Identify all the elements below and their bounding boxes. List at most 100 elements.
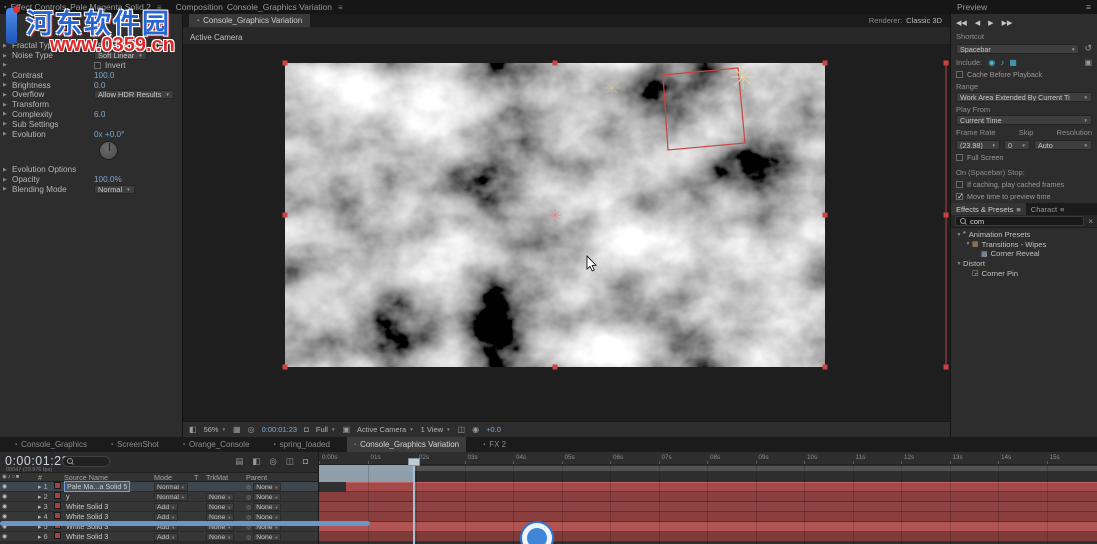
draft-3d-icon[interactable]: ◧	[252, 456, 260, 467]
layer-visibility-toggle[interactable]: ◉	[0, 483, 38, 490]
layer-duration-bar[interactable]	[319, 522, 1097, 532]
layer-visibility-toggle[interactable]: ◉	[0, 513, 38, 520]
property-value[interactable]: 6.0	[94, 110, 105, 119]
skip-dropdown[interactable]: 0▼	[1004, 140, 1030, 150]
tree-item-animation-presets[interactable]: ▼*Animation Presets	[951, 230, 1097, 240]
effect-property-row[interactable]: ▶Brightness0.0	[0, 80, 182, 90]
twirl-icon[interactable]: ▶	[3, 102, 12, 108]
full-screen-option[interactable]: Full Screen	[956, 153, 1092, 162]
layer-source-name[interactable]: White Solid 3	[64, 502, 154, 511]
panel-menu-icon[interactable]: ≡	[338, 3, 343, 12]
tab-composition[interactable]: Composition Console_Graphics Variation ≡	[176, 2, 343, 12]
layer-row[interactable]: ◉▸ 1Pale Ma...a Solid 5Normal▼◎None▼	[0, 482, 318, 492]
twirl-icon[interactable]: ▶	[3, 92, 12, 98]
effect-property-row[interactable]: ▶Evolution0x +0.0°	[0, 129, 182, 139]
layer-source-name[interactable]: White Solid 3	[64, 532, 154, 541]
preview-panel-header[interactable]: Preview ≡	[951, 0, 1097, 14]
stop-option-2-checkbox[interactable]	[956, 193, 963, 200]
work-area-bar[interactable]	[319, 466, 1097, 471]
layer-color-swatch[interactable]	[54, 492, 61, 499]
tree-item-transitions-wipes[interactable]: ▼▦Transitions - Wipes	[951, 240, 1097, 250]
effect-property-row[interactable]: ▶Opacity100.0%	[0, 175, 182, 185]
pick-whip-icon[interactable]: ◎	[246, 505, 251, 511]
twirl-icon[interactable]: ▶	[3, 121, 12, 127]
layer-source-name[interactable]: y	[64, 492, 154, 501]
effect-property-row[interactable]: ▶OverflowAllow HDR Results▼	[0, 90, 182, 100]
panel-menu-icon[interactable]: ≡	[157, 3, 162, 12]
tree-item-corner-pin[interactable]: ◲Corner Pin	[951, 268, 1097, 278]
mode-value[interactable]: Normal▼	[154, 483, 188, 491]
parent-value[interactable]: None▼	[253, 493, 281, 501]
include-overlays-icon[interactable]: ▦	[1009, 58, 1017, 67]
layer-mode-dropdown[interactable]: Add▼	[154, 512, 194, 522]
layer-color-column[interactable]	[54, 482, 64, 491]
current-time-display[interactable]: 0:00:01:23	[262, 425, 297, 434]
layer-duration-bar[interactable]	[319, 512, 1097, 522]
tab-character[interactable]: Charact ≡	[1026, 203, 1070, 215]
tree-item-distort[interactable]: ▼Distort	[951, 259, 1097, 269]
layer-color-swatch[interactable]	[54, 512, 61, 519]
composition-mini-flowchart-icon[interactable]: ▤	[235, 456, 243, 467]
stop-option-2[interactable]: Move time to preview time	[956, 192, 1092, 201]
grid-guides-icon[interactable]: ▦	[233, 425, 241, 434]
layer-parent-dropdown[interactable]: ◎None▼	[246, 492, 318, 502]
play-from-dropdown[interactable]: Current Time▼	[956, 115, 1092, 125]
layer-color-swatch[interactable]	[54, 482, 61, 489]
roi-icon[interactable]: ▣	[342, 425, 350, 434]
parent-value[interactable]: None▼	[253, 483, 281, 491]
layer-mode-dropdown[interactable]: Add▼	[154, 532, 194, 542]
effects-search-input[interactable]: com	[955, 216, 1084, 226]
layer-visibility-toggle[interactable]: ◉	[0, 493, 38, 500]
magnification-dropdown[interactable]: 56%▼	[204, 425, 226, 434]
layer-source-name[interactable]: Pale Ma...a Solid 5	[64, 482, 154, 491]
panel-menu-icon[interactable]: ≡	[1060, 205, 1064, 214]
fast-preview-icon[interactable]: ◉	[472, 425, 479, 434]
mode-value[interactable]: Add▼	[154, 503, 178, 511]
range-dropdown[interactable]: Work Area Extended By Current Ti▼	[956, 92, 1092, 102]
full-screen-icon[interactable]: ▣	[1084, 58, 1092, 67]
pixel-aspect-icon[interactable]: ◫	[458, 425, 466, 434]
shortcut-dropdown[interactable]: Spacebar▼	[956, 44, 1079, 54]
layer-color-column[interactable]	[54, 492, 64, 501]
effect-property-row[interactable]: ▶Blending ModeNormal▼	[0, 185, 182, 195]
resolution-preview-dropdown[interactable]: Auto▼	[1034, 140, 1092, 150]
layer-row[interactable]: ◉▸ 3White Solid 3Add▼None▼◎None▼	[0, 502, 318, 512]
pick-whip-icon[interactable]: ◎	[246, 485, 251, 491]
project-tab-screenshot[interactable]: ▪ScreenShot	[104, 437, 166, 452]
property-value[interactable]: 100.0	[94, 71, 115, 80]
renderer-control[interactable]: Renderer: Classic 3D	[869, 16, 950, 25]
twirl-icon[interactable]: ▼	[955, 261, 963, 267]
eye-icon[interactable]: ◉	[2, 484, 8, 490]
timeline-track-area[interactable]: 0:00s01s02s03s04s05s06s07s08s09s10s11s12…	[318, 452, 1097, 544]
stop-option-1-checkbox[interactable]	[956, 181, 963, 188]
composition-viewport[interactable]	[183, 44, 950, 421]
cache-before-playback-option[interactable]: Cache Before Playback	[956, 70, 1092, 79]
stop-option-1[interactable]: If caching, play cached frames	[956, 180, 1092, 189]
mode-value[interactable]: Add▼	[154, 533, 178, 541]
column-mode[interactable]: Mode	[154, 473, 194, 482]
twirl-icon[interactable]: ▶	[3, 72, 12, 78]
parent-value[interactable]: None▼	[253, 503, 281, 511]
hide-shy-layers-icon[interactable]: ◎	[269, 456, 276, 467]
effect-property-row[interactable]: ▶Transform	[0, 100, 182, 110]
camera-dropdown[interactable]: Active Camera▼	[357, 425, 414, 434]
layer-trkmat-dropdown[interactable]: None▼	[206, 492, 246, 502]
pick-whip-icon[interactable]: ◎	[246, 515, 251, 521]
time-ruler[interactable]: 0:00s01s02s03s04s05s06s07s08s09s10s11s12…	[319, 452, 1097, 465]
layer-mode-dropdown[interactable]: Normal▼	[154, 482, 194, 492]
twirl-icon[interactable]: ▶	[3, 82, 12, 88]
trkmat-value[interactable]: None▼	[206, 493, 234, 501]
pick-whip-icon[interactable]: ◎	[246, 495, 251, 501]
current-time-indicator-line[interactable]	[413, 465, 415, 544]
include-audio-icon[interactable]: ♪	[1000, 58, 1004, 67]
frame-blending-icon[interactable]: ◫	[286, 456, 294, 467]
trkmat-value[interactable]: None▼	[206, 533, 234, 541]
evolution-dial[interactable]	[99, 141, 118, 160]
project-tab-orange-console[interactable]: ▪Orange_Console	[176, 437, 257, 452]
effect-property-row[interactable]: ▶Contrast100.0	[0, 70, 182, 80]
motion-blur-icon[interactable]: ◘	[303, 456, 308, 467]
layer-mode-dropdown[interactable]: Normal▼	[154, 492, 194, 502]
layer-color-column[interactable]	[54, 502, 64, 511]
resolution-dropdown[interactable]: Full▼	[316, 425, 336, 434]
parent-value[interactable]: None▼	[253, 533, 281, 541]
